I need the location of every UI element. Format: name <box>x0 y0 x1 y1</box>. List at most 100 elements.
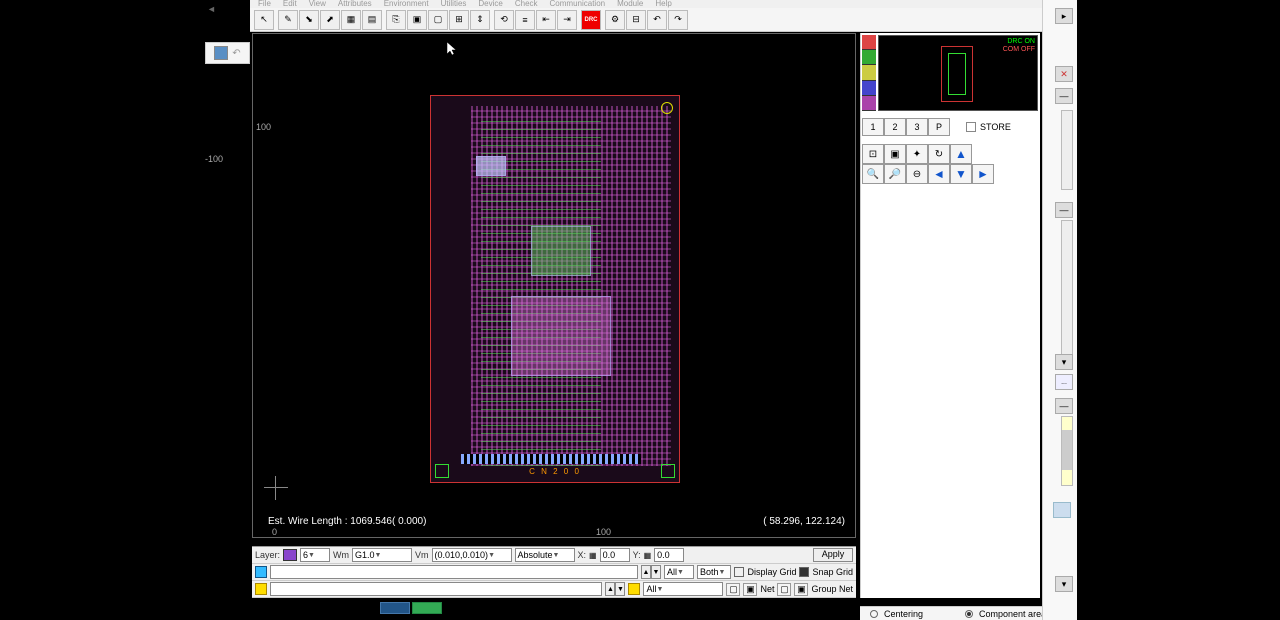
menu-check[interactable]: Check <box>515 0 538 8</box>
taskbar-chip-1[interactable] <box>380 602 410 614</box>
group-icon-2[interactable]: ▣ <box>794 583 808 596</box>
tool-2[interactable]: ✎ <box>278 10 298 30</box>
command-input-1[interactable] <box>270 565 638 579</box>
menu-device[interactable]: Device <box>478 0 502 8</box>
spin-dn-2[interactable]: ▼ <box>615 582 625 596</box>
tool-13[interactable]: ≡ <box>515 10 535 30</box>
y-input[interactable]: 0.0 <box>654 548 684 562</box>
layer-chip-purple[interactable] <box>862 96 876 111</box>
tool-9[interactable]: ▢ <box>428 10 448 30</box>
centering-radio[interactable] <box>870 610 878 618</box>
scroll-left-icon[interactable]: ◄ <box>207 4 217 14</box>
tool-7[interactable]: ⎘ <box>386 10 406 30</box>
x-input[interactable]: 0.0 <box>600 548 630 562</box>
center-button[interactable]: ✦ <box>906 144 928 164</box>
minimize-icon-1[interactable]: — <box>1055 88 1073 104</box>
mode-select[interactable]: Absolute▼ <box>515 548 575 562</box>
menu-environment[interactable]: Environment <box>384 0 429 8</box>
tool-12[interactable]: ⟲ <box>494 10 514 30</box>
zoom-window-button[interactable]: ▣ <box>884 144 906 164</box>
tool-14[interactable]: ⇤ <box>536 10 556 30</box>
pcb-component-2[interactable] <box>531 226 591 276</box>
component-area-radio[interactable] <box>965 610 973 618</box>
undo-button[interactable]: ↶ <box>647 10 667 30</box>
command-input-2[interactable] <box>270 582 602 596</box>
menu-attributes[interactable]: Attributes <box>338 0 372 8</box>
scroll-down-icon[interactable]: ▾ <box>1055 354 1073 370</box>
tool-1[interactable]: ↖ <box>254 10 274 30</box>
tool-6[interactable]: ▤ <box>362 10 382 30</box>
undo-small-icon[interactable]: ↶ <box>232 48 240 59</box>
nav-left-button[interactable]: ◄ <box>928 164 950 184</box>
view-1-button[interactable]: 1 <box>862 118 884 136</box>
tool-4[interactable]: ⬈ <box>320 10 340 30</box>
layer-chip-blue[interactable] <box>862 81 876 96</box>
drc-button[interactable]: DRC <box>581 10 601 30</box>
menu-module[interactable]: Module <box>617 0 643 8</box>
zoom-fit-button[interactable]: ⊡ <box>862 144 884 164</box>
redo-button[interactable]: ↷ <box>668 10 688 30</box>
tool-10[interactable]: ⊞ <box>449 10 469 30</box>
spin-up-2[interactable]: ▲ <box>605 582 615 596</box>
store-checkbox[interactable] <box>966 122 976 132</box>
menu-file[interactable]: File <box>258 0 271 8</box>
toggle-icon[interactable]: ... <box>1055 374 1073 390</box>
layer-chip-red[interactable] <box>862 35 876 50</box>
zoom-in-button[interactable]: 🔍 <box>862 164 884 184</box>
refresh-button[interactable]: ↻ <box>928 144 950 164</box>
close-icon[interactable]: ✕ <box>1055 66 1073 82</box>
layer-chip-green[interactable] <box>862 50 876 65</box>
menu-utilities[interactable]: Utilities <box>441 0 467 8</box>
net-icon-2[interactable]: ▣ <box>743 583 757 596</box>
save-icon[interactable] <box>214 46 228 60</box>
via-select[interactable]: (0.010,0.010)▼ <box>432 548 512 562</box>
scroll-thumb[interactable] <box>1062 430 1072 470</box>
nav-down-button[interactable]: ▼ <box>950 164 972 184</box>
scrollbar-1[interactable] <box>1061 110 1073 190</box>
nav-right-button[interactable]: ► <box>972 164 994 184</box>
menu-view[interactable]: View <box>309 0 326 8</box>
layer-swatch[interactable] <box>283 549 297 561</box>
spin-dn-1[interactable]: ▼ <box>651 565 661 579</box>
tool-8[interactable]: ▣ <box>407 10 427 30</box>
warning-icon[interactable] <box>255 583 267 595</box>
filter-both-select[interactable]: Both▼ <box>697 565 732 579</box>
pcb-component-1[interactable] <box>476 156 506 176</box>
menu-edit[interactable]: Edit <box>283 0 297 8</box>
pcb-connector[interactable] <box>461 454 641 464</box>
layer-chip-yellow[interactable] <box>862 65 876 80</box>
minimize-icon-2[interactable]: — <box>1055 202 1073 218</box>
width-select[interactable]: G1.0▼ <box>352 548 412 562</box>
view-p-button[interactable]: P <box>928 118 950 136</box>
dropdown-icon[interactable]: ▾ <box>1055 576 1073 592</box>
tool-11[interactable]: ⇕ <box>470 10 490 30</box>
taskbar-chip-2[interactable] <box>412 602 442 614</box>
menu-communication[interactable]: Communication <box>550 0 606 8</box>
zoom-prev-button[interactable]: ⊖ <box>906 164 928 184</box>
spin-up-1[interactable]: ▲ <box>641 565 651 579</box>
globe-icon[interactable] <box>1053 502 1071 518</box>
minimize-icon-3[interactable]: — <box>1055 398 1073 414</box>
warning-icon-2[interactable] <box>628 583 640 595</box>
view-3-button[interactable]: 3 <box>906 118 928 136</box>
minimap[interactable]: DRC ON COM OFF <box>878 35 1038 111</box>
tool-5[interactable]: ▦ <box>341 10 361 30</box>
net-all-select[interactable]: All▼ <box>643 582 723 596</box>
tool-15[interactable]: ⇥ <box>557 10 577 30</box>
tool-17[interactable]: ⊟ <box>626 10 646 30</box>
layer-select[interactable]: 6▼ <box>300 548 330 562</box>
pcb-component-3[interactable] <box>511 296 611 376</box>
scrollbar-2[interactable] <box>1061 220 1073 360</box>
apply-button[interactable]: Apply <box>813 548 853 562</box>
tool-16[interactable]: ⚙ <box>605 10 625 30</box>
snap-grid-checkbox[interactable] <box>799 567 809 577</box>
view-2-button[interactable]: 2 <box>884 118 906 136</box>
display-grid-checkbox[interactable] <box>734 567 744 577</box>
pcb-board-outline[interactable]: C N 2 0 0 <box>430 95 680 483</box>
group-icon-1[interactable]: ▢ <box>777 583 791 596</box>
menu-help[interactable]: Help <box>655 0 671 8</box>
info-icon[interactable] <box>255 566 267 578</box>
br-tab-icon[interactable]: ▸ <box>1055 8 1073 24</box>
tool-3[interactable]: ⬊ <box>299 10 319 30</box>
zoom-out-button[interactable]: 🔎 <box>884 164 906 184</box>
